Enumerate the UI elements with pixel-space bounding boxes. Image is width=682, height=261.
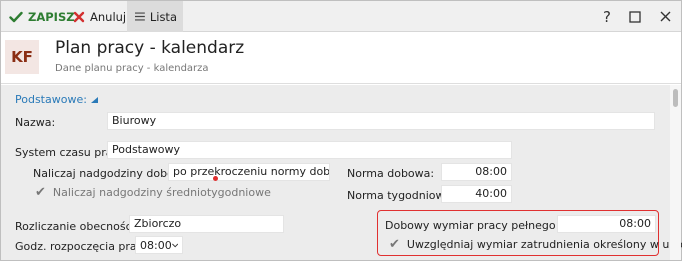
close-icon — [660, 11, 670, 22]
page-subtitle: Dane planu pracy - kalendarza — [55, 63, 209, 74]
scrollbar-thumb[interactable] — [673, 89, 678, 107]
uwzgledniaj-wymiar-checkbox[interactable]: ✔ Uwzględniaj wymiar zatrudnienia określ… — [389, 238, 682, 251]
system-czasu-field[interactable]: Podstawowy — [107, 141, 512, 159]
triangle-up-icon — [90, 96, 98, 103]
page-header: KF Plan pracy - kalendarz Dane planu pra… — [1, 32, 681, 84]
list-button[interactable]: Lista — [127, 1, 183, 32]
vertical-scrollbar[interactable] — [670, 85, 681, 260]
godz-rozpoczecia-value: 08:00 — [140, 238, 172, 252]
cancel-button-label: Anuluj — [90, 9, 127, 24]
checkmark-icon: ✔ — [389, 237, 400, 252]
check-icon — [9, 11, 23, 22]
avatar: KF — [5, 40, 39, 74]
form-content: Podstawowe: Nazwa: Biurowy System czasu … — [1, 85, 682, 260]
help-button[interactable]: ? — [593, 1, 621, 32]
section-label: Podstawowe: — [15, 93, 87, 106]
dobowy-wymiar-field[interactable]: 08:00 — [557, 215, 656, 233]
list-button-label: Lista — [149, 9, 177, 24]
square-icon — [629, 10, 641, 23]
section-toggle-podstawowe[interactable]: Podstawowe: — [15, 93, 98, 106]
norma-tygodniowa-label: Norma tygodniowa: — [347, 189, 455, 202]
chevron-down-icon — [171, 243, 178, 247]
nazwa-label: Nazwa: — [15, 116, 56, 129]
norma-tygodniowa-field[interactable]: 40:00 — [441, 185, 512, 203]
maximize-button[interactable] — [621, 1, 649, 32]
toolbar: ZAPISZ Anuluj Lista ? — [1, 1, 681, 32]
nadgodziny-dobowe-field[interactable]: po przekroczeniu normy dobowej — [168, 163, 330, 181]
checkmark-icon: ✔ — [35, 185, 46, 200]
nadgodziny-sredniotygodniowe-label: Naliczaj nadgodziny średniotygodniowe — [52, 186, 271, 199]
x-icon — [73, 11, 85, 22]
nazwa-field[interactable]: Biurowy — [107, 112, 655, 130]
hamburger-icon — [135, 12, 145, 21]
norma-dobowa-field[interactable]: 08:00 — [441, 163, 512, 181]
nadgodziny-sredniotygodniowe-checkbox[interactable]: ✔ Naliczaj nadgodziny średniotygodniowe — [35, 186, 271, 199]
godz-rozpoczecia-select[interactable]: 08:00 — [135, 236, 183, 254]
cancel-button[interactable]: Anuluj — [67, 1, 132, 32]
uwzgledniaj-wymiar-label: Uwzględniaj wymiar zatrudnienia określon… — [406, 238, 682, 251]
close-button[interactable] — [651, 1, 679, 32]
rozliczanie-obecnosci-label: Rozliczanie obecności: — [15, 220, 139, 233]
cursor-marker — [213, 176, 218, 181]
norma-dobowa-label: Norma dobowa: — [347, 167, 435, 180]
rozliczanie-obecnosci-field[interactable]: Zbiorczo — [129, 215, 284, 233]
question-icon: ? — [603, 7, 611, 26]
godz-rozpoczecia-label: Godz. rozpoczęcia pracy: — [15, 240, 153, 253]
page-title: Plan pracy - kalendarz — [55, 38, 245, 58]
